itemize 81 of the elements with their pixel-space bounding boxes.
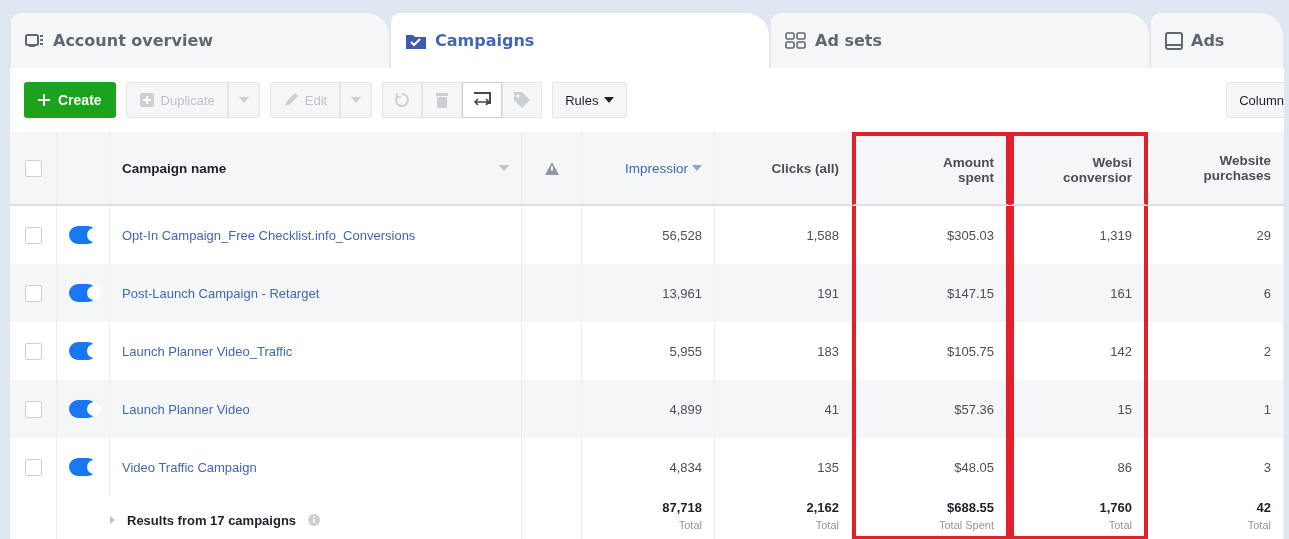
create-button[interactable]: Create [24, 82, 116, 118]
table-cell: 13,961 [662, 285, 702, 301]
row-checkbox[interactable] [24, 284, 42, 302]
total-caption: Total [1108, 519, 1132, 531]
caret-icon [692, 165, 702, 171]
table-cell: 4,834 [669, 459, 702, 475]
tab[interactable]: Ads [1150, 12, 1284, 68]
copy-icon [138, 92, 155, 108]
grid-icon [785, 31, 807, 50]
table-cell: 191 [817, 285, 839, 301]
campaign-link[interactable]: Opt-In Campaign_Free Checklist.info_Conversions [122, 227, 416, 243]
select-all-checkbox[interactable] [24, 159, 42, 177]
column-header[interactable]: Website purchases [1181, 153, 1271, 183]
results-summary: Results from 17 campaigns [127, 512, 297, 528]
total-caption: Total [678, 519, 702, 531]
table-cell: 6 [1263, 285, 1271, 301]
table-cell: 56,528 [662, 227, 702, 243]
table-cell: 142 [1110, 343, 1132, 359]
table-cell: 5,955 [669, 343, 702, 359]
table-cell: $57.36 [954, 401, 994, 417]
total-value: 87,718 [662, 500, 702, 515]
table-cell: 4,899 [669, 401, 702, 417]
toggle-switch[interactable] [69, 342, 97, 360]
toggle-switch[interactable] [69, 226, 97, 244]
table-cell: $305.03 [947, 227, 994, 243]
table-cell: $147.15 [947, 285, 994, 301]
row-checkbox[interactable] [24, 458, 42, 476]
campaign-link[interactable]: Launch Planner Video [122, 401, 250, 417]
total-value: 1,760 [1099, 500, 1132, 515]
caret-icon [238, 97, 249, 103]
table-cell: 1,588 [806, 227, 839, 243]
total-caption: Total [1247, 519, 1271, 531]
dropdown-button[interactable] [340, 82, 373, 118]
column-header[interactable]: Clicks (all) [749, 160, 839, 176]
tab[interactable]: Campaigns [390, 12, 770, 68]
table-cell: 3 [1263, 459, 1271, 475]
table-cell: 2 [1263, 343, 1271, 359]
ad-icon [1165, 31, 1183, 50]
tab[interactable]: Ad sets [770, 12, 1150, 68]
pencil-icon [282, 92, 299, 108]
table-cell: 1 [1263, 401, 1271, 417]
total-value: 2,162 [806, 500, 839, 515]
caret-icon [604, 97, 615, 103]
rules-button[interactable]: Rules [552, 82, 628, 118]
trash-icon [435, 91, 450, 109]
table-cell: 15 [1117, 401, 1132, 417]
campaign-link[interactable]: Post-Launch Campaign - Retarget [122, 285, 320, 301]
row-checkbox[interactable] [24, 400, 42, 418]
table-cell: 41 [824, 401, 839, 417]
table-cell: 86 [1117, 459, 1132, 475]
columns-button[interactable]: Column [1226, 82, 1284, 118]
total-value: 42 [1256, 500, 1271, 515]
dropdown-button[interactable] [227, 82, 260, 118]
total-value: $688.55 [947, 500, 994, 515]
plus-icon [38, 94, 50, 106]
warning-icon [544, 161, 559, 175]
table-cell: 161 [1110, 285, 1132, 301]
row-checkbox[interactable] [24, 342, 42, 360]
table-cell: $105.75 [947, 343, 994, 359]
column-header[interactable]: Impressior [625, 160, 702, 176]
info-icon [308, 514, 321, 526]
swap-button[interactable] [462, 82, 503, 118]
toggle-switch[interactable] [69, 458, 97, 476]
table-cell: 183 [817, 343, 839, 359]
total-caption: Total Spent [938, 519, 994, 531]
column-header[interactable]: Campaign name [122, 160, 227, 176]
caret-icon [499, 165, 509, 171]
campaign-link[interactable]: Video Traffic Campaign [122, 459, 257, 475]
refresh-icon [393, 91, 412, 109]
campaign-link[interactable]: Launch Planner Video_Traffic [122, 343, 293, 359]
caret-icon [351, 97, 362, 103]
dashboard-icon [25, 32, 45, 49]
tab[interactable]: Account overview [10, 12, 390, 68]
table-cell: 135 [817, 459, 839, 475]
table-cell: 29 [1256, 227, 1271, 243]
row-checkbox[interactable] [24, 226, 42, 244]
table-cell: $48.05 [954, 459, 994, 475]
expand-icon[interactable] [110, 516, 115, 524]
total-caption: Total [815, 519, 839, 531]
tag-icon [513, 91, 532, 109]
table-cell: 1,319 [1099, 227, 1132, 243]
